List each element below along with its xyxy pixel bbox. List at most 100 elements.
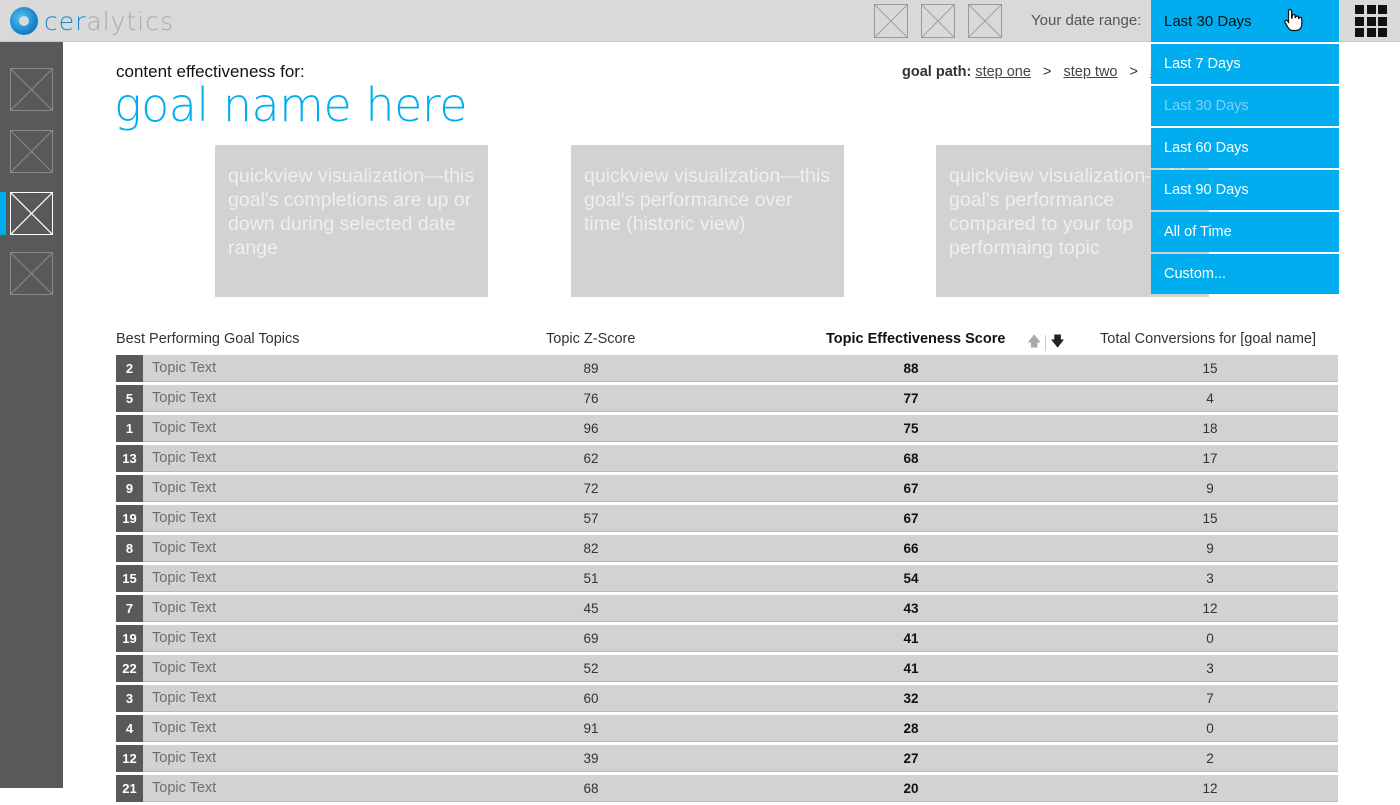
- z-score-value: 39: [583, 751, 599, 766]
- rank-badge: 12: [116, 745, 143, 772]
- topic-text: Topic Text: [152, 390, 217, 406]
- rank-badge: 9: [116, 475, 143, 502]
- date-range-label: Your date range:: [1031, 12, 1142, 29]
- table-row[interactable]: 7 Topic Text 45 43 12: [116, 595, 1338, 622]
- conversions-value: 15: [1202, 511, 1218, 526]
- table-row[interactable]: 19 Topic Text 57 67 15: [116, 505, 1338, 532]
- sidebar-active-indicator: [0, 192, 6, 235]
- column-header-z-score[interactable]: Topic Z-Score: [546, 331, 635, 347]
- date-range-option[interactable]: All of Time: [1151, 212, 1339, 252]
- topic-text: Topic Text: [152, 570, 217, 586]
- sidebar: [0, 42, 63, 788]
- placeholder-image-icon[interactable]: [921, 4, 955, 38]
- brand-prefix: cer: [44, 6, 87, 36]
- breadcrumb-separator: >: [1129, 64, 1138, 80]
- table-row[interactable]: 2 Topic Text 89 88 15: [116, 355, 1338, 382]
- z-score-value: 82: [583, 541, 599, 556]
- rank-badge: 19: [116, 505, 143, 532]
- table-row[interactable]: 8 Topic Text 82 66 9: [116, 535, 1338, 562]
- topic-text: Topic Text: [152, 450, 217, 466]
- rank-badge: 5: [116, 385, 143, 412]
- conversions-value: 17: [1202, 451, 1218, 466]
- rank-badge: 1: [116, 415, 143, 442]
- table-row[interactable]: 1 Topic Text 96 75 18: [116, 415, 1338, 442]
- placeholder-image-icon[interactable]: [968, 4, 1002, 38]
- ceralytics-logo[interactable]: ceralytics: [10, 5, 174, 37]
- sidebar-item-4[interactable]: [10, 252, 53, 295]
- sidebar-item-1[interactable]: [10, 68, 53, 111]
- topics-table: 2 Topic Text 89 88 15 5 Topic Text 76 77 4 1 Topic …: [116, 355, 1338, 805]
- effectiveness-score-value: 43: [903, 601, 919, 616]
- effectiveness-score-value: 77: [903, 391, 919, 406]
- table-row[interactable]: 9 Topic Text 72 67 9: [116, 475, 1338, 502]
- effectiveness-score-value: 28: [903, 721, 919, 736]
- z-score-value: 51: [583, 571, 599, 586]
- z-score-value: 45: [583, 601, 599, 616]
- topic-text: Topic Text: [152, 510, 217, 526]
- z-score-value: 60: [583, 691, 599, 706]
- z-score-value: 69: [583, 631, 599, 646]
- topic-text: Topic Text: [152, 600, 217, 616]
- conversions-value: 18: [1202, 421, 1218, 436]
- topic-text: Topic Text: [152, 420, 217, 436]
- table-row[interactable]: 3 Topic Text 60 32 7: [116, 685, 1338, 712]
- placeholder-image-icon: [11, 131, 52, 172]
- effectiveness-score-value: 67: [903, 511, 919, 526]
- rank-badge: 4: [116, 715, 143, 742]
- column-header-topics[interactable]: Best Performing Goal Topics: [116, 331, 299, 347]
- effectiveness-score-value: 41: [903, 631, 919, 646]
- conversions-value: 9: [1206, 481, 1214, 496]
- rank-badge: 3: [116, 685, 143, 712]
- quickview-historic[interactable]: quickview visualization—this goal's perf…: [571, 145, 844, 297]
- placeholder-image-icon: [11, 193, 52, 234]
- table-row[interactable]: 12 Topic Text 39 27 2: [116, 745, 1338, 772]
- topic-text: Topic Text: [152, 750, 217, 766]
- conversions-value: 12: [1202, 601, 1218, 616]
- z-score-value: 68: [583, 781, 599, 796]
- table-row[interactable]: 22 Topic Text 52 41 3: [116, 655, 1338, 682]
- table-row[interactable]: 19 Topic Text 69 41 0: [116, 625, 1338, 652]
- placeholder-image-icon: [11, 253, 52, 294]
- apps-grid-icon[interactable]: [1355, 5, 1387, 37]
- table-row[interactable]: 15 Topic Text 51 54 3: [116, 565, 1338, 592]
- date-range-select[interactable]: Last 30 Days: [1151, 0, 1339, 42]
- goal-path-step-1[interactable]: step one: [975, 64, 1031, 80]
- table-row[interactable]: 4 Topic Text 91 28 0: [116, 715, 1338, 742]
- table-row[interactable]: 5 Topic Text 76 77 4: [116, 385, 1338, 412]
- quickview-text: quickview visualization—this goal's comp…: [228, 165, 475, 259]
- rank-badge: 2: [116, 355, 143, 382]
- date-range-option[interactable]: Last 60 Days: [1151, 128, 1339, 168]
- column-header-effectiveness[interactable]: Topic Effectiveness Score: [826, 331, 1005, 347]
- topic-text: Topic Text: [152, 630, 217, 646]
- sidebar-item-3[interactable]: [10, 192, 53, 235]
- top-bar: ceralytics Your date range: Last 30 Days: [0, 0, 1400, 42]
- sort-descending-icon[interactable]: 🡇: [1050, 331, 1064, 355]
- brand-name: ceralytics: [44, 7, 174, 36]
- column-header-conversions[interactable]: Total Conversions for [goal name]: [1100, 331, 1316, 347]
- date-range-option[interactable]: Custom...: [1151, 254, 1339, 294]
- sidebar-item-2[interactable]: [10, 130, 53, 173]
- placeholder-image-icon[interactable]: [874, 4, 908, 38]
- quickview-completions[interactable]: quickview visualization—this goal's comp…: [215, 145, 488, 297]
- conversions-value: 0: [1206, 721, 1214, 736]
- rank-badge: 22: [116, 655, 143, 682]
- date-range-option[interactable]: Last 90 Days: [1151, 170, 1339, 210]
- conversions-value: 9: [1206, 541, 1214, 556]
- goal-path-step-2[interactable]: step two: [1063, 64, 1117, 80]
- table-row[interactable]: 13 Topic Text 62 68 17: [116, 445, 1338, 472]
- effectiveness-score-value: 66: [903, 541, 919, 556]
- rank-badge: 21: [116, 775, 143, 802]
- z-score-value: 96: [583, 421, 599, 436]
- effectiveness-score-value: 27: [903, 751, 919, 766]
- effectiveness-score-value: 20: [903, 781, 919, 796]
- z-score-value: 57: [583, 511, 599, 526]
- topic-text: Topic Text: [152, 690, 217, 706]
- hand-cursor-icon: [1284, 8, 1303, 32]
- table-row[interactable]: 21 Topic Text 68 20 12: [116, 775, 1338, 802]
- ceralytics-logo-icon: [10, 7, 38, 35]
- date-range-option[interactable]: Last 7 Days: [1151, 44, 1339, 84]
- z-score-value: 72: [583, 481, 599, 496]
- conversions-value: 12: [1202, 781, 1218, 796]
- conversions-value: 3: [1206, 571, 1214, 586]
- sort-ascending-icon[interactable]: 🡅: [1027, 331, 1041, 355]
